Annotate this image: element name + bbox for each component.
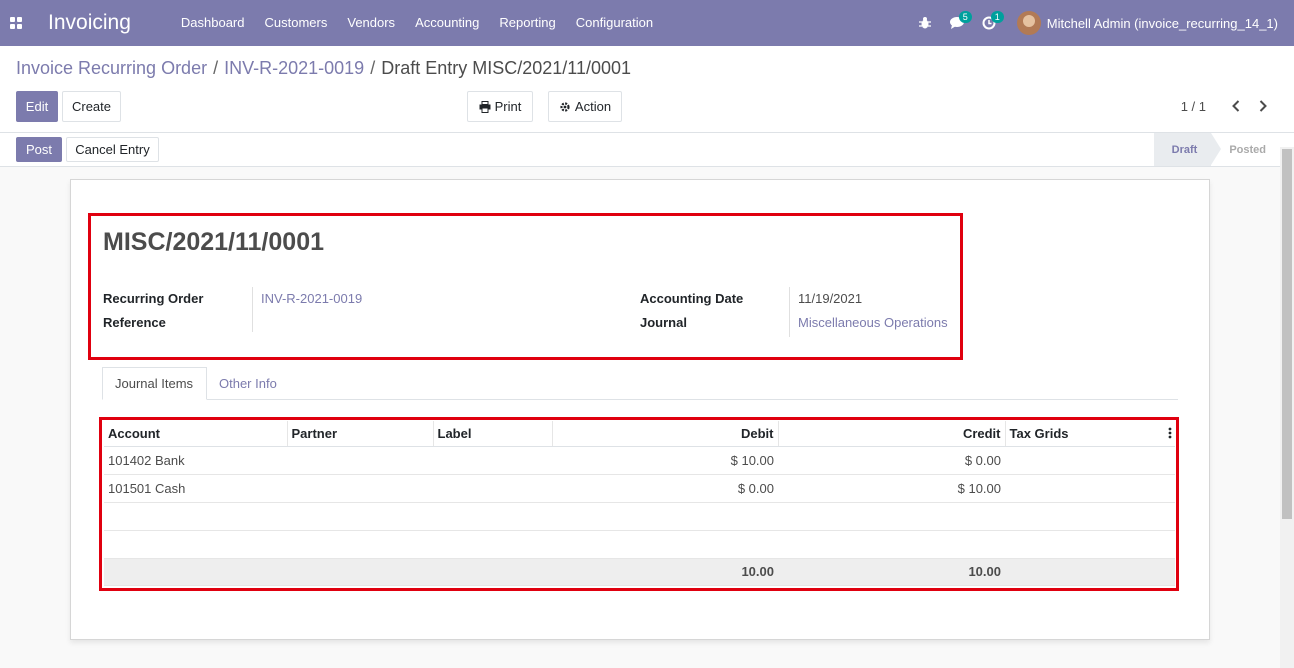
- user-avatar[interactable]: [1016, 11, 1041, 35]
- column-header-account[interactable]: Account: [104, 421, 288, 447]
- cell-debit: $ 10.00: [552, 446, 778, 475]
- status-step-draft: Draft: [1153, 133, 1221, 166]
- table-row[interactable]: 101402 Bank $ 10.00 $ 0.00: [104, 446, 1175, 475]
- total-credit: 10.00: [778, 558, 1005, 586]
- user-menu[interactable]: Mitchell Admin (invoice_recurring_14_1): [1047, 16, 1278, 31]
- scrollbar[interactable]: [1280, 147, 1294, 668]
- print-icon: [479, 100, 491, 113]
- cell-account: 101402 Bank: [104, 446, 287, 475]
- status-step-posted: Posted: [1229, 143, 1266, 156]
- menu-reporting[interactable]: Reporting: [489, 0, 565, 46]
- print-label: Print: [494, 99, 522, 114]
- systray: 5 1 Mitchell Admin (invoice_recurring_14…: [909, 0, 1278, 46]
- action-label: Action: [574, 99, 612, 114]
- empty-row: [104, 530, 1175, 559]
- scrollbar-thumb[interactable]: [1282, 149, 1292, 519]
- main-menu: Dashboard Customers Vendors Accounting R…: [171, 0, 663, 46]
- pager-previous-icon[interactable]: [1226, 96, 1246, 116]
- menu-configuration[interactable]: Configuration: [566, 0, 663, 46]
- accounting-date-value: 11/19/2021: [798, 291, 863, 306]
- app-name[interactable]: Invoicing: [48, 11, 131, 35]
- total-debit: 10.00: [552, 558, 778, 586]
- cell-tax-grids: [1005, 446, 1175, 475]
- table-row[interactable]: 101501 Cash $ 0.00 $ 10.00: [104, 474, 1175, 503]
- accounting-date-label: Accounting Date: [640, 291, 744, 306]
- action-button[interactable]: Action: [548, 91, 622, 122]
- column-header-debit[interactable]: Debit: [552, 421, 779, 447]
- column-header-label[interactable]: Label: [433, 421, 553, 447]
- menu-customers[interactable]: Customers: [255, 0, 338, 46]
- debug-bug-icon[interactable]: [909, 0, 941, 46]
- breadcrumb-separator: /: [370, 58, 376, 78]
- cell-partner: [287, 446, 433, 475]
- apps-menu-icon[interactable]: [0, 0, 32, 46]
- status-steps: Draft Posted: [1153, 133, 1280, 166]
- cell-debit: $ 0.00: [552, 474, 778, 503]
- cell-partner: [287, 474, 433, 503]
- empty-row: [104, 502, 1175, 531]
- gear-icon: [560, 101, 570, 112]
- field-divider: [252, 287, 253, 332]
- reference-label: Reference: [103, 315, 166, 330]
- messages-icon[interactable]: 5: [941, 0, 973, 46]
- entry-title: MISC/2021/11/0001: [103, 228, 324, 256]
- cell-account: 101501 Cash: [104, 474, 287, 503]
- menu-accounting[interactable]: Accounting: [405, 0, 489, 46]
- pager-value[interactable]: 1 / 1: [1181, 99, 1206, 114]
- menu-vendors[interactable]: Vendors: [337, 0, 405, 46]
- journal-link[interactable]: Miscellaneous Operations: [798, 315, 948, 330]
- breadcrumb-root[interactable]: Invoice Recurring Order: [16, 58, 207, 79]
- column-options-icon[interactable]: [1168, 427, 1172, 439]
- menu-dashboard[interactable]: Dashboard: [171, 0, 255, 46]
- edit-button[interactable]: Edit: [16, 91, 58, 122]
- activities-badge: 1: [990, 11, 1004, 23]
- pager-next-icon[interactable]: [1253, 96, 1273, 116]
- cell-tax-grids: [1005, 474, 1175, 503]
- tab-journal-items[interactable]: Journal Items: [102, 367, 207, 400]
- cancel-entry-button[interactable]: Cancel Entry: [66, 137, 159, 162]
- statusbar: Draft Posted: [0, 132, 1294, 167]
- breadcrumb-separator: /: [213, 58, 219, 78]
- post-button[interactable]: Post: [16, 137, 62, 162]
- journal-label: Journal: [640, 315, 687, 330]
- recurring-order-label: Recurring Order: [103, 291, 204, 306]
- tax-grids-label: Tax Grids: [1009, 425, 1069, 441]
- cell-credit: $ 10.00: [778, 474, 1005, 503]
- messages-badge: 5: [958, 11, 972, 23]
- top-navbar: Invoicing Dashboard Customers Vendors Ac…: [0, 0, 1294, 46]
- column-header-partner[interactable]: Partner: [287, 421, 434, 447]
- table-header-row: Account Partner Label Debit Credit Tax G…: [104, 421, 1175, 447]
- recurring-order-link[interactable]: INV-R-2021-0019: [261, 291, 362, 306]
- cell-credit: $ 0.00: [778, 446, 1005, 475]
- activities-clock-icon[interactable]: 1: [973, 0, 1005, 46]
- field-divider: [789, 287, 790, 337]
- print-button[interactable]: Print: [467, 91, 533, 122]
- totals-row: 10.00 10.00: [104, 558, 1175, 586]
- notebook-tabs: Journal Items Other Info: [102, 367, 1178, 400]
- column-header-credit[interactable]: Credit: [778, 421, 1006, 447]
- breadcrumb-parent[interactable]: INV-R-2021-0019: [224, 58, 364, 79]
- breadcrumb: Invoice Recurring Order / INV-R-2021-001…: [16, 58, 631, 79]
- breadcrumb-current: Draft Entry MISC/2021/11/0001: [381, 58, 631, 78]
- create-button[interactable]: Create: [62, 91, 121, 122]
- column-header-tax-grids[interactable]: Tax Grids: [1005, 421, 1175, 447]
- journal-items-table: Account Partner Label Debit Credit Tax G…: [104, 421, 1175, 586]
- tab-other-info[interactable]: Other Info: [207, 367, 289, 400]
- cell-label: [433, 446, 552, 475]
- cell-label: [433, 474, 552, 503]
